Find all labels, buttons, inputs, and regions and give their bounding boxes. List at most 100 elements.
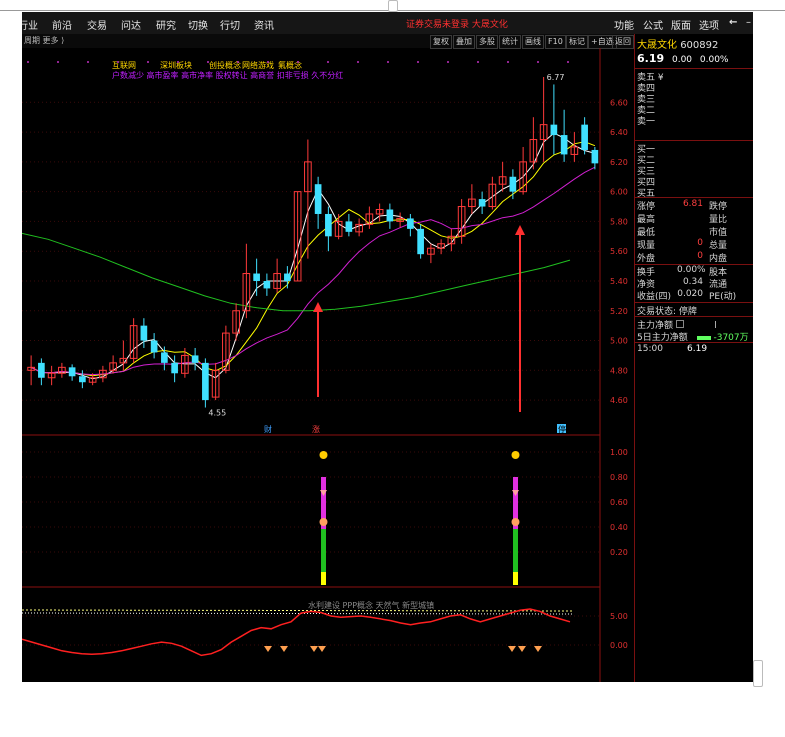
candle-body [161, 352, 168, 363]
stat-value: 0.020 [677, 289, 703, 299]
stat-label: PE(动) [709, 292, 737, 302]
flow-bar-icon [714, 321, 716, 328]
signal-arrow-head [515, 225, 525, 235]
coin-icon [319, 451, 328, 459]
price-tick-label: 5.20 [610, 307, 628, 316]
marker-dot [357, 61, 359, 63]
indicator-tick-label: 0.40 [610, 523, 628, 532]
stat-value: 0.00% [677, 265, 706, 275]
quote-panel: 大晟文化 600892 6.19 0.00 0.00% 卖五 ¥ 卖四 卖三 卖二 卖一… [634, 34, 753, 682]
candle-body [550, 124, 558, 136]
candle-body [150, 340, 158, 353]
divider [635, 316, 753, 317]
marker-dot [57, 61, 59, 63]
last-price: 6.19 [637, 52, 665, 65]
low-price-label: 4.55 [208, 409, 226, 418]
scroll-handle[interactable] [753, 660, 763, 687]
money-bag-icon [511, 518, 520, 526]
candle-body [560, 135, 568, 155]
indicator2-dotted-line [22, 609, 573, 612]
stat-label: 外盘 [637, 254, 656, 264]
candle-body [253, 273, 260, 281]
marker-dot [567, 61, 569, 63]
candle-body [591, 149, 599, 164]
moving-average-line [30, 166, 596, 376]
minimize-icon[interactable]: – [746, 17, 751, 28]
stat-label: 量比 [709, 215, 728, 225]
tick-price: 6.19 [687, 344, 708, 354]
stock-title: 大晟文化 600892 [637, 36, 718, 51]
price-tick-label: 5.40 [610, 277, 628, 286]
high-price-label: 6.77 [547, 73, 565, 82]
candlestick-chart[interactable]: 6.60 6.40 6.20 6.00 5.80 5.60 5.40 5.20 5.00 4.80… [22, 12, 634, 682]
price-change: 0.00 [671, 55, 693, 65]
signal-bar-green [321, 529, 326, 572]
stat-value: 0 [697, 238, 703, 248]
price-tick-label: 6.20 [610, 158, 628, 167]
stat-label: 总量 [709, 241, 728, 251]
menu-options[interactable]: 选项 [699, 17, 719, 32]
marker-dot [117, 61, 119, 63]
diamond-icon [318, 646, 326, 652]
sell-level: 卖一 [637, 117, 656, 127]
candle-body [202, 362, 209, 401]
marker-dot [177, 61, 179, 63]
stat-value: 6.81 [682, 199, 703, 209]
price-tick-label: 6.60 [610, 98, 628, 107]
signal-bar-yellow [513, 572, 518, 585]
candle-body [478, 199, 486, 207]
stat-label: 跌停 [709, 202, 728, 212]
candle-body [38, 362, 45, 378]
candle-body [284, 273, 291, 281]
stat-value: 0 [697, 251, 703, 261]
stat-label: 内盘 [709, 254, 728, 264]
candle-body [68, 367, 76, 377]
candle-body [171, 362, 178, 374]
menu-formula[interactable]: 公式 [643, 17, 663, 32]
diamond-icon [264, 646, 272, 652]
stock-name: 大晟文化 [637, 40, 677, 51]
indicator-tick-label: 0.80 [610, 473, 628, 482]
diamond-icon [508, 646, 516, 652]
marker-dot [267, 61, 269, 63]
divider [635, 302, 753, 303]
price-tick-label: 4.80 [610, 366, 628, 375]
candle-body [263, 280, 271, 289]
coin-icon [511, 451, 520, 459]
candle-body [79, 376, 86, 383]
stat-value: 0.34 [682, 277, 703, 287]
money-bag-icon [319, 518, 328, 526]
indicator2-tick-label: 5.00 [610, 612, 628, 621]
candle-body [386, 209, 394, 222]
tick-time: 15:00 [637, 344, 663, 354]
candle-body [417, 228, 424, 255]
moving-average-line [30, 132, 596, 380]
menu-layout[interactable]: 版面 [671, 17, 691, 32]
diamond-icon [534, 646, 542, 652]
indicator2-dotted-line [22, 612, 573, 615]
price-tick-label: 5.00 [610, 337, 628, 346]
signal-bar-yellow [321, 572, 326, 585]
stat-label: 涨停 [637, 202, 656, 212]
divider [635, 197, 753, 198]
diamond-icon [310, 646, 318, 652]
checkbox-icon[interactable] [675, 320, 684, 328]
marker-dot [387, 61, 389, 63]
price-tick-label: 5.60 [610, 247, 628, 256]
moving-average-long-line [22, 232, 571, 312]
back-arrow-icon[interactable]: ← [729, 17, 737, 28]
marker-dot [237, 61, 239, 63]
stock-code: 600892 [680, 40, 719, 51]
window-resize-handle[interactable] [388, 0, 398, 12]
price-tick-label: 4.60 [610, 396, 628, 405]
trading-app: 行业 前沿 交易 问达 研究 切换 行切 资讯 证券交易未登录 大晟文化 功能 … [22, 12, 753, 682]
stat-label: 现量 [637, 241, 656, 251]
indicator-tick-label: 1.00 [610, 448, 628, 457]
indicator-tick-label: 0.20 [610, 548, 628, 557]
price-pct: 0.00% [699, 55, 729, 65]
divider [635, 140, 753, 141]
marker-dot [327, 61, 329, 63]
candle-body [191, 355, 199, 363]
candle-body [581, 124, 588, 150]
marker-dot [27, 61, 29, 63]
